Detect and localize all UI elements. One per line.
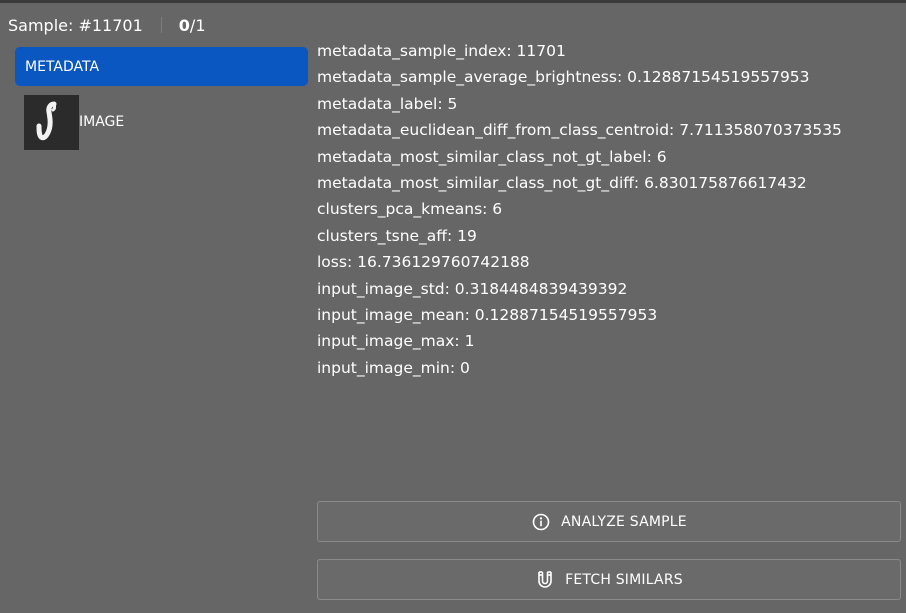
sidebar: METADATA IMAGE: [15, 47, 308, 150]
tab-image[interactable]: IMAGE: [15, 94, 308, 150]
metadata-row: metadata_sample_index: 11701: [317, 42, 566, 60]
metadata-row: clusters_tsne_aff: 19: [317, 226, 477, 245]
metadata-row: loss: 16.736129760742188: [317, 253, 530, 272]
metadata-row: input_image_max: 1: [317, 332, 475, 351]
info-icon: [531, 512, 551, 532]
metadata-row: metadata_sample_average_brightness: 0.12…: [317, 68, 810, 87]
metadata-row: input_image_mean: 0.12887154519557953: [317, 306, 658, 325]
metadata-row: metadata_euclidean_diff_from_class_centr…: [317, 121, 842, 140]
fetch-similars-label: FETCH SIMILARS: [565, 571, 683, 588]
tab-metadata[interactable]: METADATA: [15, 47, 308, 86]
sample-counter-current: 0: [178, 15, 190, 35]
metadata-row: clusters_pca_kmeans: 6: [317, 200, 503, 219]
image-thumbnail: [24, 94, 79, 150]
metadata-row: metadata_most_similar_class_not_gt_label…: [317, 147, 667, 166]
metadata-row: input_image_min: 0: [317, 358, 470, 377]
header-divider: [160, 17, 162, 33]
tab-image-label: IMAGE: [79, 114, 125, 130]
sample-id: Sample: #11701: [8, 15, 143, 35]
fetch-similars-button[interactable]: FETCH SIMILARS: [317, 559, 901, 600]
metadata-row: metadata_most_similar_class_not_gt_diff:…: [317, 174, 807, 193]
metadata-row: input_image_std: 0.3184484839439392: [317, 279, 628, 298]
top-border: [0, 0, 906, 3]
metadata-list: metadata_sample_index: 11701 metadata_sa…: [317, 38, 842, 381]
analyze-sample-label: ANALYZE SAMPLE: [561, 513, 687, 530]
sample-counter-total: /1: [189, 15, 206, 35]
analyze-sample-button[interactable]: ANALYZE SAMPLE: [317, 501, 901, 542]
magnet-icon: [535, 570, 555, 590]
metadata-row: metadata_label: 5: [317, 94, 458, 113]
tab-metadata-label: METADATA: [25, 58, 100, 75]
sample-header: Sample: #11701 0/1: [8, 14, 206, 36]
sample-counter: 0/1: [179, 16, 206, 35]
